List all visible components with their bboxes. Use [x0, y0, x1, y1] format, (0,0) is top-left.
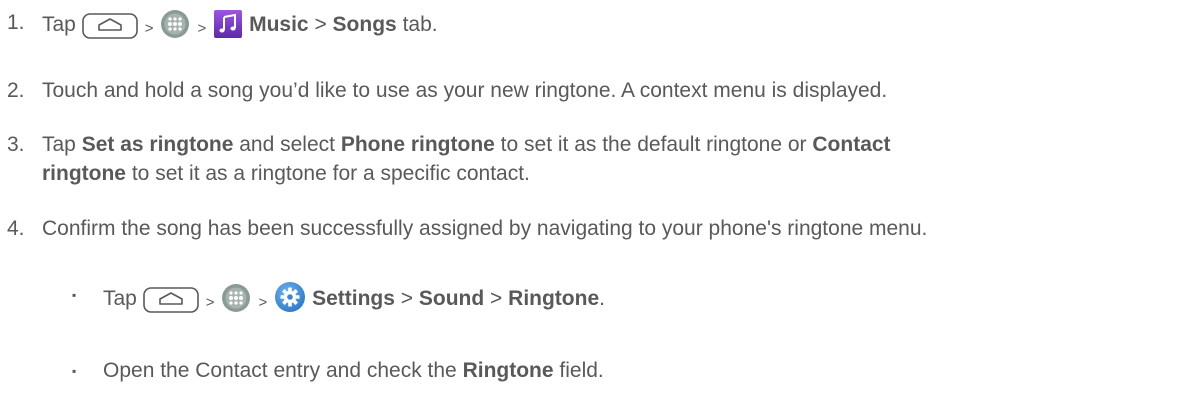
tap-word: Tap [42, 13, 76, 36]
step-text: Touch and hold a song you’d like to use … [42, 79, 888, 102]
phone-ringtone-label: Phone ringtone [340, 133, 495, 156]
music-label: Music [249, 13, 309, 36]
ringtone-label: Ringtone [462, 359, 554, 382]
songs-label: Songs [332, 13, 397, 36]
separator: > [314, 13, 327, 36]
separator: > [205, 294, 215, 311]
settings-gear-icon [274, 281, 306, 321]
bullet-icon: ▪ [72, 364, 77, 378]
step-text: Tap > > Music > Songs tab. [42, 9, 438, 47]
home-key-icon [142, 287, 199, 321]
sub-item-text: Open the Contact entry and check the Rin… [103, 359, 604, 382]
home-key-icon [81, 13, 138, 47]
contact-label: Contact [812, 133, 891, 156]
step-number: 4. [7, 217, 25, 240]
apps-icon [221, 283, 251, 321]
step-number: 3. [7, 133, 25, 156]
music-app-icon [213, 9, 243, 47]
apps-icon [160, 9, 190, 47]
step-text: Confirm the song has been successfully a… [42, 217, 928, 240]
ringtone-label: Ringtone [508, 287, 600, 310]
separator: > [258, 294, 268, 311]
bullet-icon: ▪ [72, 288, 77, 302]
sound-label: Sound [418, 287, 485, 310]
step-text: ringtone to set it as a ringtone for a s… [42, 162, 530, 185]
separator: > [400, 287, 414, 310]
separator: > [197, 20, 207, 37]
step-number: 2. [7, 79, 25, 102]
tab-word: tab. [402, 13, 438, 36]
separator: > [144, 20, 154, 37]
settings-label: Settings [312, 287, 395, 310]
set-as-ringtone-label: Set as ringtone [81, 133, 234, 156]
ringtone-label: ringtone [42, 162, 126, 185]
sub-item-text: Tap > > Settings > Sound > Ringtone. [103, 281, 605, 321]
separator: > [490, 287, 503, 310]
step-text: Tap Set as ringtone and select Phone rin… [42, 133, 891, 156]
step-number: 1. [7, 11, 25, 34]
